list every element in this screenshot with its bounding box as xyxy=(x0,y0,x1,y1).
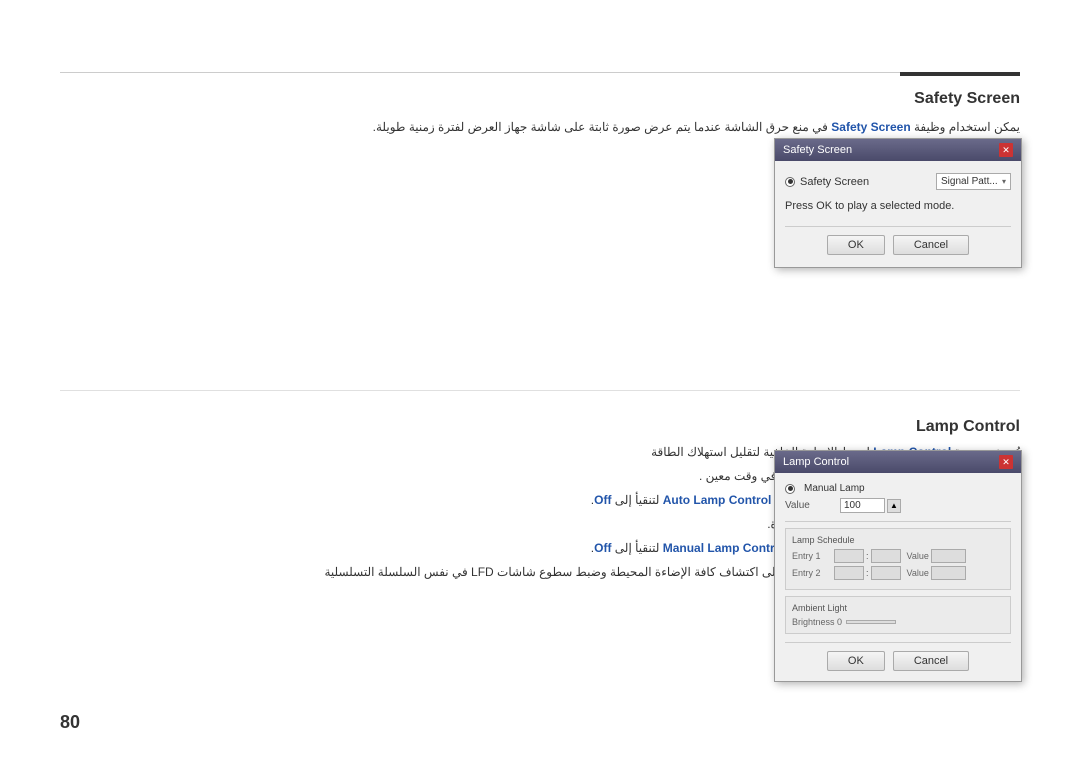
safety-dialog-button-row: OK Cancel xyxy=(785,226,1011,255)
lamp-manual-section: Manual Lamp Value ▲ xyxy=(785,483,1011,513)
lamp-manual-highlight2: Manual Lamp Control xyxy=(663,541,786,555)
lamp-entry1-hour[interactable] xyxy=(834,549,864,563)
safety-screen-dropdown-value: Signal Patt... xyxy=(941,176,998,187)
top-separator xyxy=(60,72,1020,73)
lamp-value-input[interactable] xyxy=(840,498,885,513)
lamp-auto-highlight: Auto Lamp Control xyxy=(663,493,772,507)
lamp-dialog-close-button[interactable]: ✕ xyxy=(999,455,1013,469)
lamp-schedule-entry2-row: Entry 2 : Value xyxy=(792,566,1004,580)
dropdown-arrow-icon: ▾ xyxy=(1002,177,1006,186)
lamp-ambient-row: Brightness 0 xyxy=(792,617,1004,627)
lamp-entry2-colon: : xyxy=(866,568,869,578)
safety-dialog-message: Press OK to play a selected mode. xyxy=(785,200,1011,212)
lamp-dialog-titlebar: Lamp Control ✕ xyxy=(775,451,1021,473)
lamp-manual-label: Manual Lamp xyxy=(804,483,865,494)
arabic-text-before-highlight: يمكن استخدام وظيفة xyxy=(911,120,1020,134)
page-number: 80 xyxy=(60,712,80,733)
safety-dialog-close-button[interactable]: ✕ xyxy=(999,143,1013,157)
safety-screen-dropdown[interactable]: Signal Patt... ▾ xyxy=(936,173,1011,190)
lamp-value-label: Value xyxy=(785,500,840,511)
lamp-ok-button[interactable]: OK xyxy=(827,651,885,671)
arabic-text-after-highlight: في منع حرق الشاشة عندما يتم عرض صورة ثاب… xyxy=(373,120,832,134)
lamp-entry2-minute[interactable] xyxy=(871,566,901,580)
lamp-off-highlight1: Off xyxy=(594,493,611,507)
lamp-schedule-entry1-row: Entry 1 : Value xyxy=(792,549,1004,563)
lamp-body-separator xyxy=(785,521,1011,522)
safety-screen-dialog: Safety Screen ✕ Safety Screen Signal Pat… xyxy=(774,138,1022,268)
lamp-brightness-label: Brightness 0 xyxy=(792,617,842,627)
safety-screen-title: Safety Screen xyxy=(914,90,1020,108)
lamp-schedule-title: Lamp Schedule xyxy=(792,535,1004,545)
lamp-manual-radio[interactable] xyxy=(785,484,795,494)
lamp-entry1-colon: : xyxy=(866,551,869,561)
lamp-entry2-value-label: Value xyxy=(907,568,929,578)
lamp-off-highlight2: Off xyxy=(594,541,611,555)
lamp-entry1-label: Entry 1 xyxy=(792,551,832,561)
lamp-control-title: Lamp Control xyxy=(916,418,1020,436)
lamp-entry1-minute[interactable] xyxy=(871,549,901,563)
lamp-entry2-value[interactable] xyxy=(931,566,966,580)
lamp-control-dialog: Lamp Control ✕ Manual Lamp Value ▲ Lamp … xyxy=(774,450,1022,682)
lamp-ambient-section: Ambient Light Brightness 0 xyxy=(785,596,1011,634)
safety-dialog-body: Safety Screen Signal Patt... ▾ Press OK … xyxy=(775,161,1021,267)
safety-dialog-title: Safety Screen xyxy=(783,144,852,156)
lamp-dialog-button-row: OK Cancel xyxy=(785,642,1011,671)
safety-dialog-titlebar: Safety Screen ✕ xyxy=(775,139,1021,161)
lamp-entry2-hour[interactable] xyxy=(834,566,864,580)
mid-separator xyxy=(60,390,1020,391)
safety-screen-radio[interactable] xyxy=(785,177,795,187)
safety-screen-radio-label: Safety Screen xyxy=(800,176,936,188)
safety-cancel-button[interactable]: Cancel xyxy=(893,235,969,255)
lamp-entry2-label: Entry 2 xyxy=(792,568,832,578)
lamp-cancel-button[interactable]: Cancel xyxy=(893,651,969,671)
safety-screen-arabic-text: يمكن استخدام وظيفة Safety Screen في منع … xyxy=(200,118,1020,137)
safety-screen-highlight-link: Safety Screen xyxy=(831,120,910,134)
lamp-entry1-value[interactable] xyxy=(931,549,966,563)
lamp-manual-title-row: Manual Lamp xyxy=(785,483,1011,494)
lamp-dialog-body: Manual Lamp Value ▲ Lamp Schedule Entry … xyxy=(775,473,1021,681)
lamp-schedule-section: Lamp Schedule Entry 1 : Value Entry 2 : … xyxy=(785,528,1011,590)
safety-ok-button[interactable]: OK xyxy=(827,235,885,255)
right-accent-bar xyxy=(900,72,1020,76)
lamp-entry1-value-label: Value xyxy=(907,551,929,561)
lamp-brightness-dropdown[interactable] xyxy=(846,620,896,624)
lamp-value-stepper-up[interactable]: ▲ xyxy=(887,499,901,513)
lamp-value-row: Value ▲ xyxy=(785,498,1011,513)
safety-dialog-option-row: Safety Screen Signal Patt... ▾ xyxy=(785,173,1011,190)
lamp-dialog-title: Lamp Control xyxy=(783,456,849,468)
lamp-ambient-title: Ambient Light xyxy=(792,603,1004,613)
